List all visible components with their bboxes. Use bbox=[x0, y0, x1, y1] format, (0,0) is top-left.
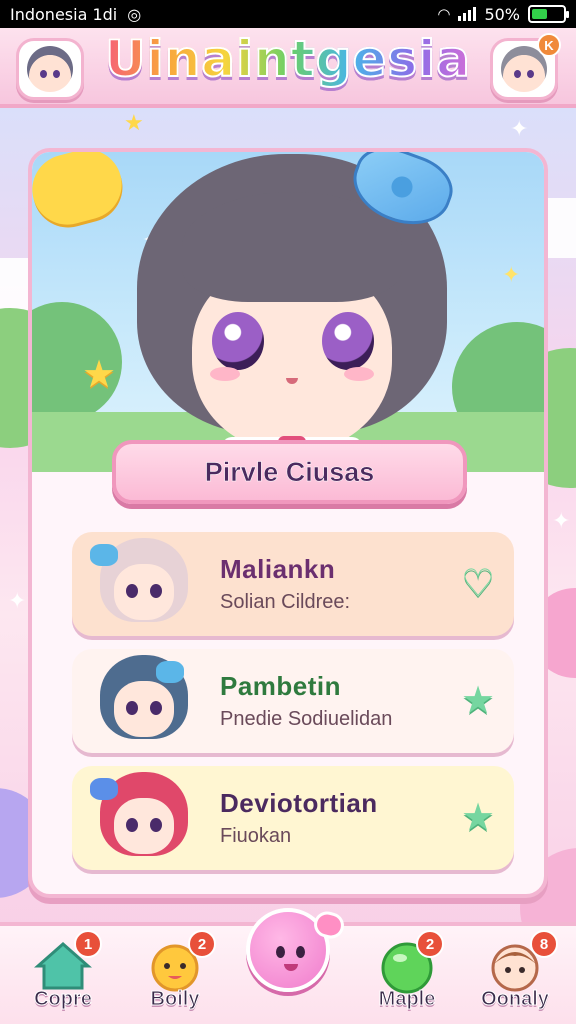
profile-avatar-button[interactable] bbox=[16, 38, 84, 100]
list-item-subtitle: Solian Cildree: bbox=[220, 591, 351, 613]
wifi-icon: ◠ bbox=[437, 5, 451, 23]
list-item[interactable]: Pambetin Pnedie Sodiuelidan ★ bbox=[72, 649, 514, 753]
character-name: Pirvle Ciusas bbox=[204, 456, 375, 487]
battery-fill bbox=[532, 9, 547, 19]
nav-item-boily[interactable]: 2 Boily bbox=[120, 926, 230, 1024]
app-title: Uinaintgesia bbox=[100, 29, 476, 89]
notification-badge: 2 bbox=[416, 930, 444, 958]
notification-badge: K bbox=[537, 33, 561, 57]
sync-icon: ◎ bbox=[127, 4, 142, 24]
notification-badge: 2 bbox=[188, 930, 216, 958]
star-icon[interactable]: ★ bbox=[456, 796, 500, 840]
notification-badge: 1 bbox=[74, 930, 102, 958]
nav-label: Oonaly bbox=[481, 988, 550, 1011]
character-name-banner[interactable]: Pirvle Ciusas bbox=[112, 440, 467, 504]
signal-icon bbox=[458, 7, 477, 21]
battery-percent: 50% bbox=[484, 4, 520, 24]
avatar bbox=[27, 46, 73, 92]
avatar bbox=[86, 651, 198, 751]
list-item-title: Deviotortian bbox=[220, 788, 378, 818]
carrier-label: Indonesia 1di bbox=[10, 4, 118, 24]
battery-icon bbox=[528, 5, 569, 23]
heart-icon[interactable]: ♡ bbox=[456, 562, 500, 606]
character-portrait[interactable]: ★ ✦ ✦ bbox=[32, 152, 544, 477]
notification-badge: 8 bbox=[530, 930, 558, 958]
list-item-subtitle: Pnedie Sodiuelidan bbox=[220, 708, 393, 730]
list-item[interactable]: Maliankn Solian Cildree: ♡ bbox=[72, 532, 514, 636]
list-item-title: Pambetin bbox=[220, 671, 342, 701]
nav-item-maple[interactable]: 2 Maple bbox=[352, 926, 462, 1024]
avatar bbox=[86, 534, 198, 634]
character-eye-left bbox=[212, 312, 264, 370]
list-item[interactable]: Deviotortian Fiuokan ★ bbox=[72, 766, 514, 870]
nav-label: Maple bbox=[378, 988, 436, 1011]
nav-label: Copre bbox=[34, 988, 93, 1011]
friend-avatar-button[interactable]: K bbox=[490, 33, 561, 100]
list-item-title: Maliankn bbox=[220, 554, 336, 584]
list-item-subtitle: Fiuokan bbox=[220, 825, 292, 847]
nav-item-copre[interactable]: 1 Copre bbox=[8, 926, 118, 1024]
character-eye-right bbox=[322, 312, 374, 370]
heart-decoration-icon bbox=[32, 152, 130, 233]
nav-item-oonaly[interactable]: 8 Oonaly bbox=[460, 926, 570, 1024]
nav-label: Boily bbox=[150, 988, 200, 1011]
character-card: ★ ✦ ✦ Pirvle Ciusas Maliankn Solian Cild… bbox=[28, 148, 548, 898]
star-decoration-icon: ★ bbox=[82, 354, 117, 396]
status-bar: Indonesia 1di ◎ ◠ 50% bbox=[0, 0, 576, 28]
star-icon[interactable]: ★ bbox=[456, 679, 500, 723]
avatar bbox=[86, 768, 198, 868]
